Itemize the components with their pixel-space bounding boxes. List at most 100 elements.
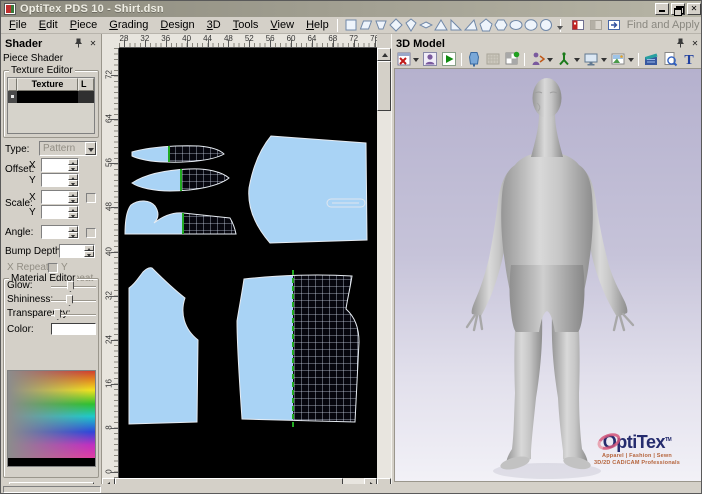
piece-shader-label: Piece Shader xyxy=(3,53,63,64)
texture-column-header[interactable]: Texture xyxy=(17,78,78,91)
find-rules-toolbar: Find and Apply Rules by Names... xyxy=(569,17,702,33)
angle-checkbox[interactable] xyxy=(86,228,96,238)
texture-row[interactable] xyxy=(8,91,94,103)
device-icon[interactable] xyxy=(582,51,600,68)
find-rules-combobox[interactable]: Find and Apply Rules by Names... xyxy=(627,19,702,31)
glow-slider[interactable] xyxy=(51,286,96,288)
menu-item-help[interactable]: Help xyxy=(300,17,335,33)
pattern-pieces-canvas[interactable] xyxy=(119,48,377,478)
apply-rule-disabled-icon[interactable] xyxy=(587,17,605,33)
logo-brand: OptiTexTM xyxy=(603,432,671,453)
trapezoid-shape-icon[interactable] xyxy=(374,18,389,33)
rules-library-icon[interactable] xyxy=(605,17,623,33)
back-panel-piece[interactable] xyxy=(237,268,363,430)
hexagon-shape-icon[interactable] xyxy=(494,18,509,33)
toolbar-separator xyxy=(461,53,462,66)
scale-uniform-checkbox[interactable] xyxy=(86,193,96,203)
oval-shape-icon[interactable] xyxy=(524,18,539,33)
color-gradient-picker[interactable] xyxy=(7,370,96,467)
chevron-down-icon[interactable] xyxy=(85,142,96,155)
sleeve-piece[interactable] xyxy=(249,136,367,243)
layer-column-header[interactable]: L xyxy=(78,78,94,91)
vertical-scrollbar[interactable] xyxy=(377,48,391,491)
statusbar xyxy=(1,484,702,494)
kite-shape-icon[interactable] xyxy=(404,18,419,33)
texture-map-icon[interactable] xyxy=(503,51,521,68)
shininess-slider[interactable] xyxy=(51,300,96,302)
hue-saturation-gradient[interactable] xyxy=(8,371,95,458)
scale-y-label: Y xyxy=(29,207,36,218)
front-panel-piece[interactable] xyxy=(129,268,198,424)
scalene-triangle-shape-icon[interactable] xyxy=(464,18,479,33)
parallelogram-shape-icon[interactable] xyxy=(359,18,374,33)
close-icon[interactable]: ✕ xyxy=(87,37,99,49)
chevron-down-icon[interactable] xyxy=(628,51,635,68)
menu-item-design[interactable]: Design xyxy=(154,17,200,33)
menu-item-3d[interactable]: 3D xyxy=(201,17,227,33)
annotation-text-icon[interactable]: T xyxy=(680,51,698,68)
chevron-down-icon[interactable] xyxy=(413,51,420,68)
h-ruler: 28323640444852566064687276 xyxy=(119,34,377,48)
simulate-play-icon[interactable] xyxy=(440,51,458,68)
status-cell xyxy=(3,486,101,493)
snapshot-icon[interactable] xyxy=(609,51,627,68)
color-swatch[interactable] xyxy=(51,323,96,335)
h-ruler-number: 76 xyxy=(370,34,377,43)
menu-item-tools[interactable]: Tools xyxy=(227,17,265,33)
color-label: Color: xyxy=(7,324,34,335)
axis-icon[interactable] xyxy=(555,51,573,68)
toolbar-separator xyxy=(337,19,338,32)
scrollbar-thumb[interactable] xyxy=(377,61,391,111)
angle-spinner[interactable] xyxy=(41,225,79,239)
diamond-shape-icon[interactable] xyxy=(389,18,404,33)
square-shape-icon[interactable] xyxy=(344,18,359,33)
gradient-black-strip[interactable] xyxy=(8,458,95,466)
triangle-shape-icon[interactable] xyxy=(434,18,449,33)
chevron-down-icon[interactable] xyxy=(547,51,554,68)
flat-diamond-shape-icon[interactable] xyxy=(419,18,434,33)
menu-item-grading[interactable]: Grading xyxy=(103,17,154,33)
menu-item-edit[interactable]: Edit xyxy=(33,17,64,33)
collar-stand-piece[interactable] xyxy=(132,138,229,170)
transparency-slider[interactable] xyxy=(51,314,96,316)
restore-button[interactable] xyxy=(671,3,685,15)
avatar-photo-icon[interactable] xyxy=(421,51,439,68)
close-icon[interactable]: ✕ xyxy=(689,37,701,49)
menu-item-piece[interactable]: Piece xyxy=(64,17,104,33)
animation-icon[interactable] xyxy=(642,51,660,68)
close-button[interactable]: ✕ xyxy=(687,3,701,15)
ellipse-shape-icon[interactable] xyxy=(509,18,524,33)
collar-piece[interactable] xyxy=(132,163,236,197)
pin-icon[interactable] xyxy=(72,37,84,49)
close-sim-icon[interactable] xyxy=(394,51,412,68)
chevron-down-icon[interactable] xyxy=(601,51,608,68)
model-pose-icon[interactable] xyxy=(528,51,546,68)
dressform-icon[interactable] xyxy=(465,51,483,68)
right-triangle-shape-icon[interactable] xyxy=(449,18,464,33)
fabric-disabled-icon[interactable] xyxy=(484,51,502,68)
scale-y-spinner[interactable] xyxy=(41,205,79,219)
pin-icon[interactable] xyxy=(674,37,686,49)
chevron-down-icon[interactable] xyxy=(574,51,581,68)
scale-x-spinner[interactable] xyxy=(41,190,79,204)
scroll-up-icon[interactable] xyxy=(377,48,391,61)
offset-x-spinner[interactable] xyxy=(41,158,79,172)
type-dropdown[interactable]: Pattern xyxy=(39,141,97,156)
y-repeat-checkbox[interactable] xyxy=(48,263,58,273)
render-preview-icon[interactable] xyxy=(661,51,679,68)
bump-depth-spinner[interactable] xyxy=(59,244,95,258)
pentagon-shape-icon[interactable] xyxy=(479,18,494,33)
texture-cell[interactable] xyxy=(17,91,78,103)
apply-rule-icon[interactable] xyxy=(569,17,587,33)
circle-shape-icon[interactable] xyxy=(539,18,554,33)
minimize-button[interactable] xyxy=(655,3,669,15)
offset-y-spinner[interactable] xyxy=(41,173,79,187)
offset-y-label: Y xyxy=(29,175,36,186)
layer-cell[interactable] xyxy=(78,91,94,103)
menu-item-view[interactable]: View xyxy=(264,17,300,33)
avatar-3d-model[interactable] xyxy=(447,73,647,482)
titlebar[interactable]: OptiTex PDS 10 - Shirt.dsn ✕ xyxy=(1,1,702,17)
3d-viewport[interactable]: OptiTexTM Apparel | Fashion | Sewn 3D/2D… xyxy=(394,68,702,482)
yoke-piece[interactable] xyxy=(125,198,243,238)
menu-item-file[interactable]: File xyxy=(3,17,33,33)
